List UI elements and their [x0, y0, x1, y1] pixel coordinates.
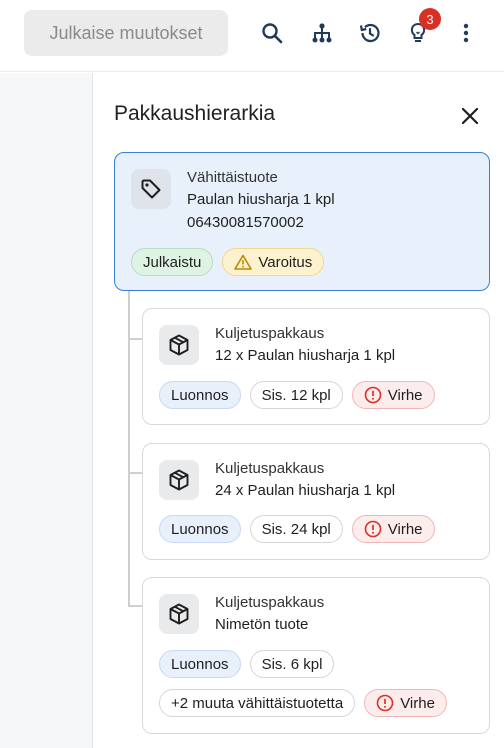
suggestions-button[interactable]: 3: [399, 8, 441, 52]
package-icon-box: [159, 460, 199, 500]
package-info: Kuljetuspakkaus Nimetön tuote: [215, 592, 324, 636]
retail-product-card[interactable]: Vähittäistuote Paulan hiusharja 1 kpl 06…: [114, 152, 490, 291]
search-icon: [262, 23, 283, 44]
error-badge[interactable]: Virhe: [351, 381, 435, 409]
package-name: Nimetön tuote: [215, 616, 309, 633]
error-label: Virhe: [400, 694, 435, 712]
package-chips: Luonnos Sis. 12 kpl Virhe: [159, 381, 435, 409]
tree-connector-branch: [128, 605, 142, 607]
error-badge[interactable]: Virhe: [364, 689, 447, 717]
package-chips: Luonnos Sis. 24 kpl Virhe: [159, 515, 435, 543]
warning-badge[interactable]: Varoitus: [222, 248, 325, 276]
search-button[interactable]: [253, 14, 291, 52]
hierarchy-icon: [312, 23, 332, 43]
package-icon: [169, 603, 189, 625]
product-type: Vähittäistuote: [187, 169, 278, 186]
hierarchy-button[interactable]: [303, 14, 341, 52]
error-icon: [364, 386, 382, 404]
history-icon: [359, 23, 380, 43]
quantity-badge: Sis. 24 kpl: [249, 515, 343, 543]
close-panel-button[interactable]: [456, 102, 484, 130]
close-icon: [461, 107, 479, 125]
package-type: Kuljetuspakkaus: [215, 325, 325, 342]
tree-connector-branch: [128, 338, 142, 340]
notification-badge: 3: [419, 8, 441, 30]
panel-title: Pakkaushierarkia: [114, 102, 276, 125]
retail-product-info: Vähittäistuote Paulan hiusharja 1 kpl 06…: [187, 167, 335, 235]
error-badge[interactable]: Virhe: [351, 515, 435, 543]
product-gtin: 06430081570002: [187, 214, 304, 231]
error-label: Virhe: [387, 520, 423, 538]
tag-icon-box: [131, 169, 171, 209]
status-badge-draft: Luonnos: [159, 381, 241, 409]
left-sidebar: [0, 73, 93, 748]
package-type: Kuljetuspakkaus: [215, 594, 325, 611]
product-name: Paulan hiusharja 1 kpl: [187, 191, 335, 208]
error-label: Virhe: [387, 386, 423, 404]
package-name: 12 x Paulan hiusharja 1 kpl: [215, 347, 396, 364]
package-icon: [169, 334, 189, 356]
package-chips-row-2: +2 muuta vähittäistuotetta Virhe: [159, 689, 447, 717]
package-icon: [169, 469, 189, 491]
history-button[interactable]: [351, 14, 389, 52]
package-name: 24 x Paulan hiusharja 1 kpl: [215, 482, 396, 499]
package-info: Kuljetuspakkaus 24 x Paulan hiusharja 1 …: [215, 458, 395, 502]
transport-package-card[interactable]: Kuljetuspakkaus 12 x Paulan hiusharja 1 …: [142, 308, 490, 425]
more-retail-products-badge[interactable]: +2 muuta vähittäistuotetta: [159, 689, 356, 717]
tree-connector-branch: [128, 472, 142, 474]
package-info: Kuljetuspakkaus 12 x Paulan hiusharja 1 …: [215, 323, 395, 367]
package-icon-box: [159, 594, 199, 634]
quantity-badge: Sis. 12 kpl: [249, 381, 343, 409]
quantity-badge: Sis. 6 kpl: [249, 650, 335, 678]
warning-label: Varoitus: [258, 253, 313, 271]
transport-package-card[interactable]: Kuljetuspakkaus 24 x Paulan hiusharja 1 …: [142, 443, 490, 560]
error-icon: [364, 520, 382, 538]
package-chips: Luonnos Sis. 6 kpl: [159, 650, 335, 678]
root-chips: Julkaistu Varoitus: [131, 248, 325, 276]
status-badge-draft: Luonnos: [159, 650, 241, 678]
more-vert-icon: [463, 23, 469, 43]
error-icon: [376, 694, 394, 712]
package-type: Kuljetuspakkaus: [215, 460, 325, 477]
warning-icon: [234, 254, 253, 270]
transport-package-card[interactable]: Kuljetuspakkaus Nimetön tuote Luonnos Si…: [142, 577, 490, 734]
more-options-button[interactable]: [447, 14, 485, 52]
top-bar: Julkaise muutokset 3: [0, 0, 504, 72]
status-badge-published: Julkaistu: [131, 248, 214, 276]
publish-changes-button[interactable]: Julkaise muutokset: [24, 10, 228, 56]
package-icon-box: [159, 325, 199, 365]
tag-icon: [141, 179, 161, 199]
status-badge-draft: Luonnos: [159, 515, 241, 543]
